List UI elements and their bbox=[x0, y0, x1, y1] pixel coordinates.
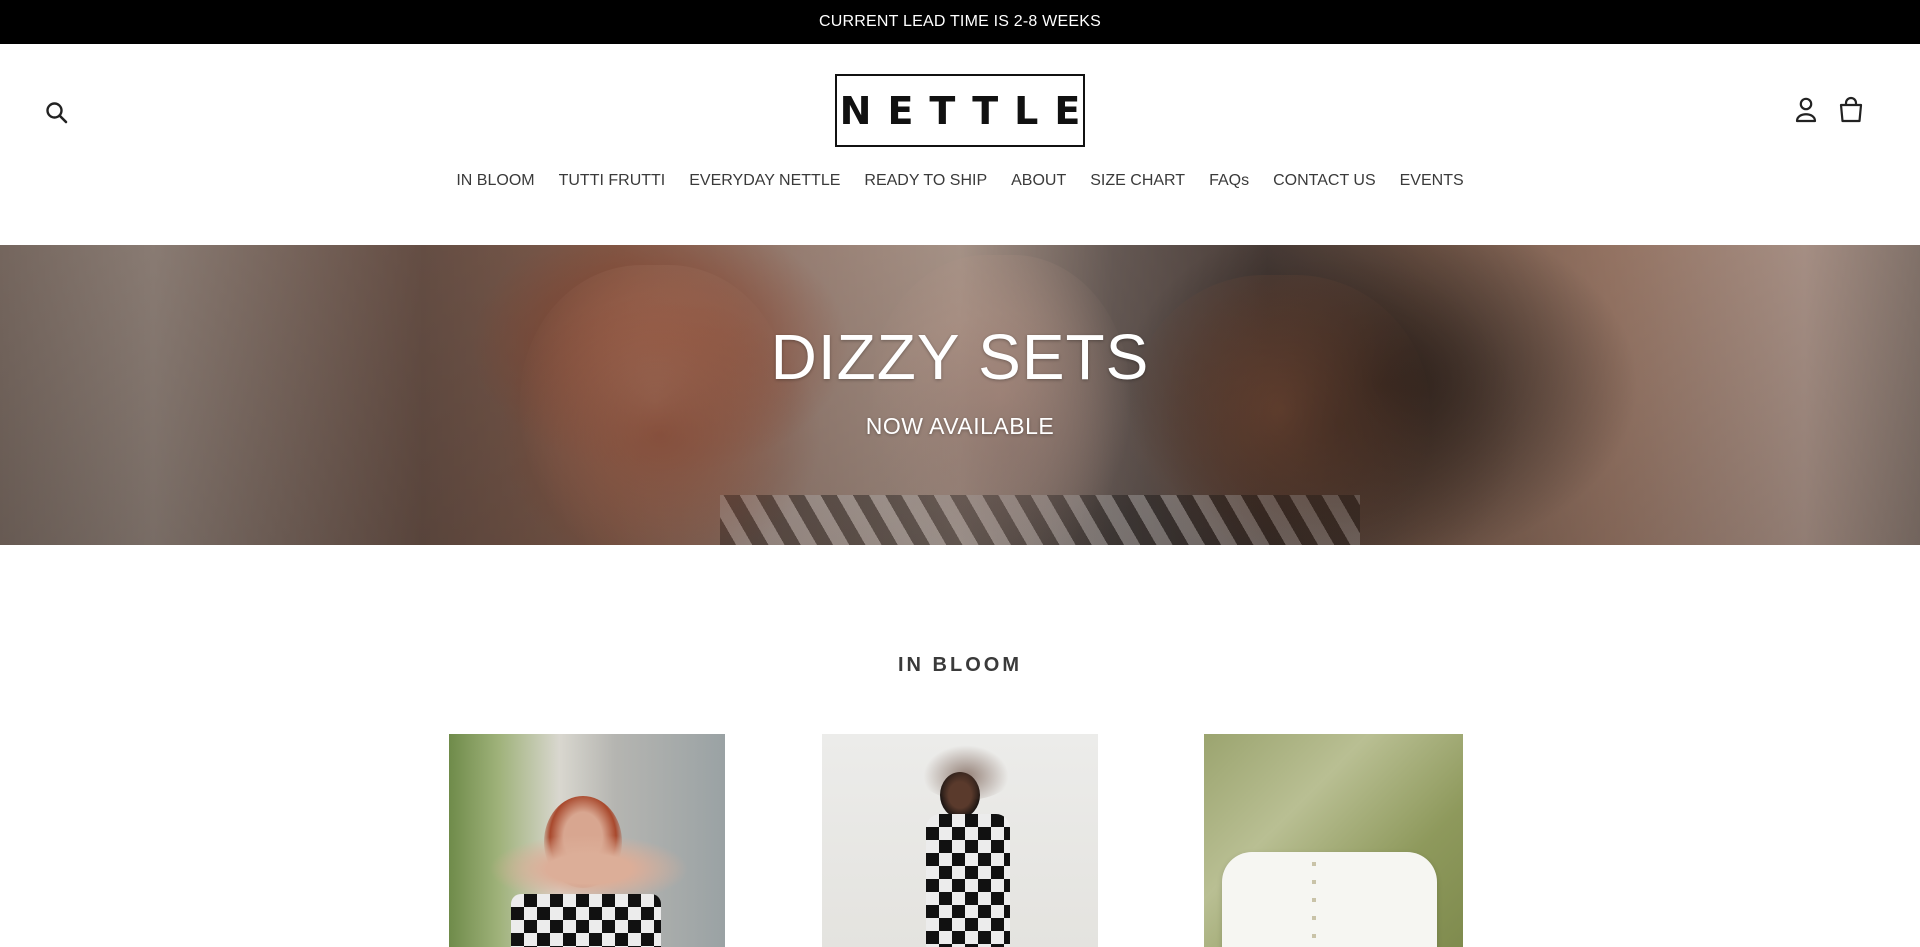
product-photo-detail bbox=[1312, 862, 1316, 942]
product-image[interactable] bbox=[449, 734, 725, 947]
announcement-bar: CURRENT LEAD TIME IS 2-8 WEEKS bbox=[0, 0, 1920, 44]
nav-item-ready-to-ship[interactable]: READY TO SHIP bbox=[852, 172, 999, 190]
nav-item-size-chart[interactable]: SIZE CHART bbox=[1078, 172, 1197, 190]
hero-overlay bbox=[0, 245, 1920, 545]
nav-item-tutti-frutti[interactable]: TUTTI FRUTTI bbox=[547, 172, 678, 190]
collection-title: IN BLOOM bbox=[898, 654, 1022, 676]
hero-banner[interactable] bbox=[0, 245, 1920, 545]
search-icon[interactable] bbox=[44, 100, 70, 126]
product-image[interactable] bbox=[822, 734, 1098, 947]
nav-item-events[interactable]: EVENTS bbox=[1388, 172, 1476, 190]
nav-item-everyday-nettle[interactable]: EVERYDAY NETTLE bbox=[677, 172, 852, 190]
product-photo-detail bbox=[926, 814, 1010, 947]
announcement-text: CURRENT LEAD TIME IS 2-8 WEEKS bbox=[819, 13, 1101, 30]
user-icon[interactable] bbox=[1793, 96, 1819, 124]
nav-item-about[interactable]: ABOUT bbox=[999, 172, 1078, 190]
product-photo-detail bbox=[916, 740, 1016, 800]
nav-item-in-bloom[interactable]: IN BLOOM bbox=[444, 172, 546, 190]
product-image[interactable] bbox=[1204, 734, 1463, 947]
main-nav: IN BLOOM TUTTI FRUTTI EVERYDAY NETTLE RE… bbox=[0, 172, 1920, 190]
site-logo[interactable]: NETTLE bbox=[835, 74, 1085, 147]
nav-item-faqs[interactable]: FAQs bbox=[1197, 172, 1261, 190]
logo-text: NETTLE bbox=[839, 88, 1097, 133]
shopping-bag-icon[interactable] bbox=[1838, 96, 1864, 124]
hero-title: DIZZY SETS bbox=[770, 321, 1150, 393]
product-photo-detail bbox=[511, 894, 661, 947]
nav-item-contact-us[interactable]: CONTACT US bbox=[1261, 172, 1388, 190]
hero-subtitle: NOW AVAILABLE bbox=[865, 413, 1055, 439]
product-photo-detail bbox=[1222, 852, 1437, 947]
site-header: NETTLE IN BLOOM TUTTI FRUTTI EVERYDAY NE… bbox=[0, 44, 1920, 245]
